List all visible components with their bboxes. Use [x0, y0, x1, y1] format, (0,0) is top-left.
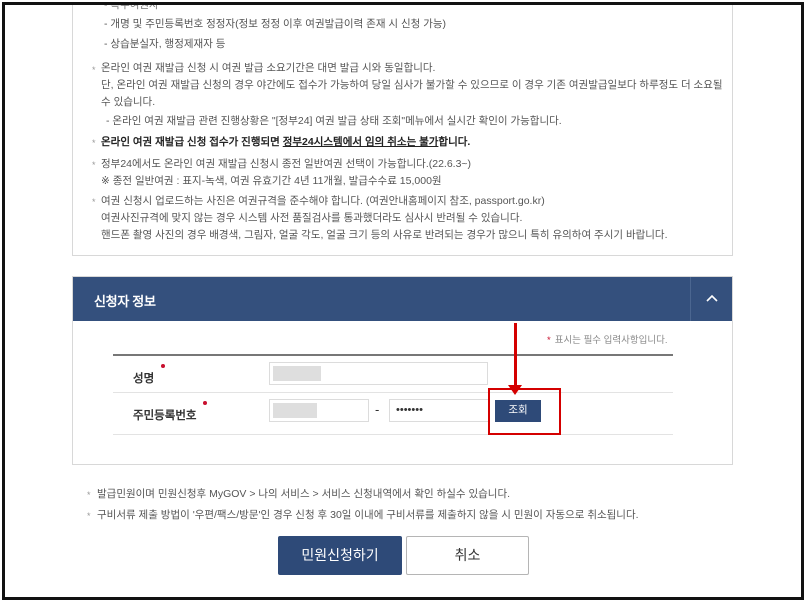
masked-value: [273, 366, 321, 381]
notice-item-1-line-4: - 온라인 여권 재발급 관련 진행상황은 "[정부24] 여권 발급 상태 조…: [106, 115, 562, 127]
applicant-info-section: 신청자 정보 * 표시는 필수 입력사항입니다. 성명 주민등록번호 - ••••…: [72, 276, 733, 465]
notice-item-4-line-1: 여권 신청시 업로드하는 사진은 여권규격을 준수해야 합니다. (여권안내홈페…: [101, 195, 545, 207]
notice-item-1-line-3: 수 있습니다.: [101, 96, 156, 108]
bullet-icon: *: [92, 197, 96, 207]
notice-item-2-prefix: 온라인 여권 재발급 신청 접수가 진행되면: [101, 136, 283, 148]
notice-item-2-underlined: 정부24시스템에서 임의 취소는 불가: [282, 136, 439, 148]
annotation-highlight-box: [488, 388, 561, 435]
rrn-back-input[interactable]: •••••••: [389, 399, 489, 422]
bullet-icon: *: [87, 511, 91, 521]
bullet-icon: *: [92, 65, 96, 75]
cancel-button[interactable]: 취소: [406, 536, 529, 575]
bullet-icon: *: [92, 160, 96, 170]
notice-item-2-suffix: 합니다.: [438, 136, 471, 148]
annotation-arrow-line: [514, 323, 517, 389]
required-dot: [203, 401, 207, 405]
form-top-rule: [113, 354, 673, 356]
screenshot-frame: - 특수여권자 - 개명 및 주민등록번호 정정자(정보 정정 이후 여권발급이…: [2, 2, 804, 600]
notice-box: - 특수여권자 - 개명 및 주민등록번호 정정자(정보 정정 이후 여권발급이…: [72, 2, 733, 256]
notice-item-3-line-1: 정부24에서도 온라인 여권 재발급 신청시 종전 일반여권 선택이 가능합니다…: [101, 158, 472, 170]
form-row-divider: [113, 434, 673, 435]
notice-item-4-line-2: 여권사진규격에 맞지 않는 경우 시스템 사전 품질검사를 통과했더라도 심사시…: [101, 212, 523, 224]
footer-note-1: 발급민원이며 민원신청후 MyGOV > 나의 서비스 > 서비스 신청내역에서…: [97, 488, 511, 500]
bullet-icon: *: [92, 138, 96, 148]
required-note: * 표시는 필수 입력사항입니다.: [547, 332, 668, 346]
notice-item-1-line-2: 단, 온라인 여권 재발급 신청의 경우 야간에도 접수가 가능하여 당일 심사…: [101, 79, 723, 91]
required-note-text: 표시는 필수 입력사항입니다.: [554, 335, 668, 346]
required-note-mark: *: [547, 335, 551, 346]
masked-value: [273, 403, 317, 418]
form-row-divider: [113, 392, 673, 393]
notice-item-1-line-1: 온라인 여권 재발급 신청 시 여권 발급 소요기간은 대면 발급 시와 동일합…: [101, 62, 436, 74]
required-dot: [161, 364, 165, 368]
notice-item-4-line-3: 핸드폰 촬영 사진의 경우 배경색, 그림자, 얼굴 각도, 얼굴 크기 등의 …: [101, 229, 668, 241]
notice-sub-item-2: - 상습분실자, 행정제재자 등: [104, 38, 226, 50]
name-input[interactable]: [269, 362, 488, 385]
chevron-up-icon: [706, 294, 718, 302]
notice-sub-item-cut: - 특수여권자: [104, 2, 159, 11]
collapse-button[interactable]: [690, 277, 732, 321]
bullet-icon: *: [87, 490, 91, 500]
notice-item-2: 온라인 여권 재발급 신청 접수가 진행되면 정부24시스템에서 임의 취소는 …: [101, 135, 470, 149]
section-header: 신청자 정보: [73, 277, 732, 321]
rrn-front-input[interactable]: [269, 399, 369, 422]
name-label: 성명: [133, 373, 155, 385]
rrn-label: 주민등록번호: [133, 410, 197, 422]
notice-sub-item-1: - 개명 및 주민등록번호 정정자(정보 정정 이후 여권발급이력 존재 시 신…: [104, 18, 447, 30]
section-title: 신청자 정보: [94, 294, 156, 309]
footer-note-2: 구비서류 제출 방법이 '우편/팩스/방문'인 경우 신청 후 30일 이내에 …: [97, 509, 639, 521]
submit-application-button[interactable]: 민원신청하기: [278, 536, 402, 575]
rrn-separator: -: [375, 402, 380, 417]
notice-item-3-line-2: ※ 종전 일반여권 : 표지-녹색, 여권 유효기간 4년 11개월, 발급수수…: [101, 175, 442, 187]
